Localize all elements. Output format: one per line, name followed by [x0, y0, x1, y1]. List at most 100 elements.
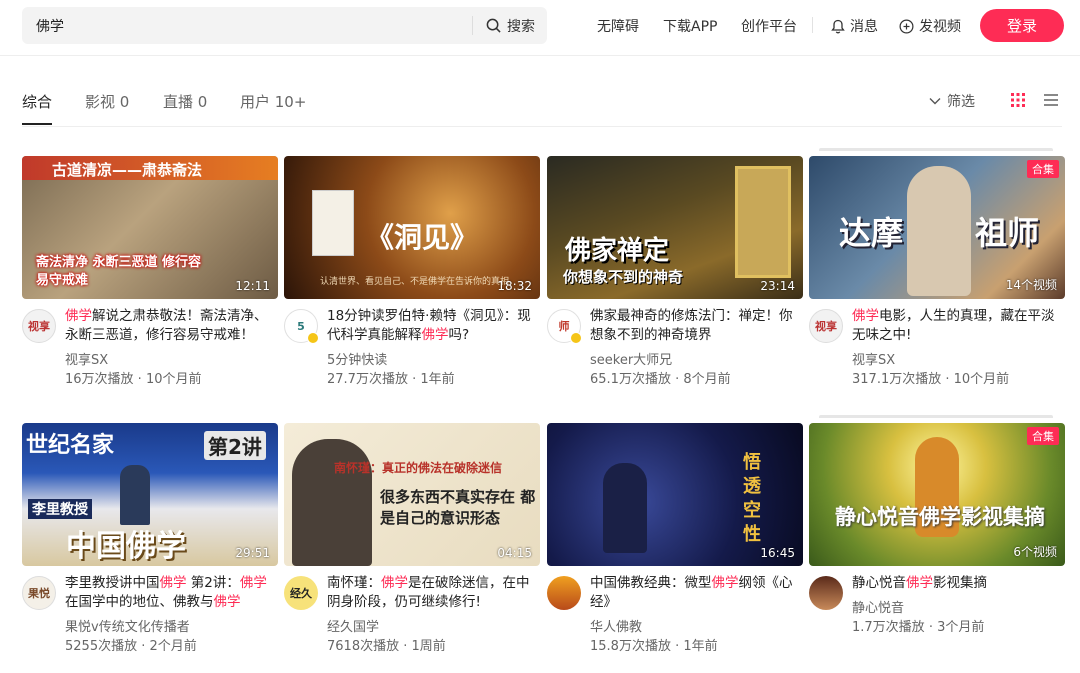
video-title[interactable]: 李里教授讲中国佛学 第2讲：佛学在国学中的地位、佛教与佛学	[65, 574, 278, 612]
search-icon	[486, 18, 501, 33]
author-name[interactable]: 华人佛教	[590, 616, 642, 635]
active-tab-indicator	[22, 123, 52, 125]
bell-icon	[831, 19, 845, 33]
author-avatar[interactable]	[809, 576, 843, 610]
title-highlight: 佛学	[906, 575, 933, 591]
filter-button[interactable]: 筛选	[929, 91, 975, 111]
title-text: 中国佛教经典：微型	[590, 575, 712, 591]
title-highlight: 佛学	[65, 308, 92, 324]
thumbnail-caption: 悟透空性	[743, 452, 761, 545]
video-title[interactable]: 佛学电影，人生的真理，藏在平淡无味之中!	[852, 307, 1065, 345]
thumbnail-caption-right: 祖师	[975, 214, 1040, 252]
thumbnail-subcaption: 你想象不到的神奇	[563, 268, 684, 286]
video-thumbnail[interactable]: 达摩 祖师 合集 14个视频	[809, 156, 1065, 299]
video-title[interactable]: 18分钟读罗伯特·赖特《洞见》：现代科学真能解释佛学吗?	[327, 307, 540, 345]
login-button[interactable]: 登录	[980, 9, 1064, 42]
verified-badge-icon	[307, 332, 319, 344]
verified-badge-icon	[570, 332, 582, 344]
title-highlight: 佛学	[159, 575, 187, 591]
view-count: 65.1万次播放	[590, 372, 671, 387]
author-avatar[interactable]: 视享	[809, 309, 843, 343]
video-meta: 1.7万次播放 · 3个月前	[852, 620, 985, 635]
list-view-toggle[interactable]	[1043, 92, 1059, 112]
tab-live[interactable]: 直播 0	[163, 91, 207, 112]
pagoda-image	[735, 166, 791, 278]
video-title[interactable]: 佛学解说之肃恭敬法！斋法清净、永断三恶道，修行容易守戒难！	[65, 307, 278, 345]
author-name[interactable]: 经久国学	[327, 616, 379, 635]
collection-stack-edge	[819, 148, 1053, 151]
thumbnail-subcaption: 中国佛学	[66, 529, 186, 564]
author-name[interactable]: 视享SX	[852, 349, 895, 368]
creator-platform-link[interactable]: 创作平台	[741, 16, 797, 36]
video-thumbnail[interactable]: 静心悦音佛学影视集摘 合集 6个视频	[809, 423, 1065, 566]
author-name[interactable]: 5分钟快读	[327, 349, 387, 368]
filter-label: 筛选	[947, 94, 975, 110]
monk-figure-image	[907, 166, 971, 296]
video-title[interactable]: 南怀瑾：佛学是在破除迷信，在中阴身阶段，仍可继续修行!	[327, 574, 540, 612]
accessibility-link[interactable]: 无障碍	[597, 16, 639, 36]
upload-video-label: 发视频	[919, 19, 961, 35]
title-text: 李里教授讲中国	[65, 575, 160, 591]
video-meta: 15.8万次播放 · 1年前	[590, 639, 718, 654]
author-avatar[interactable]: 果悦	[22, 576, 56, 610]
view-count: 27.7万次播放	[327, 372, 408, 387]
thumbnail-caption: 古道清凉——肃恭斋法	[52, 161, 203, 179]
collection-badge: 合集	[1027, 160, 1059, 178]
video-meta: 27.7万次播放 · 1年前	[327, 372, 455, 387]
video-duration: 12:11	[235, 279, 270, 293]
messages-link[interactable]: 消息	[831, 16, 878, 36]
video-meta: 7618次播放 · 1周前	[327, 639, 446, 654]
creator-platform-label: 创作平台	[741, 19, 797, 35]
grid-view-toggle[interactable]	[1010, 92, 1026, 112]
publish-time: 8个月前	[683, 372, 731, 387]
video-meta: 317.1万次播放 · 10个月前	[852, 372, 1010, 387]
author-name[interactable]: 静心悦音	[852, 597, 904, 616]
download-app-link[interactable]: 下载APP	[663, 16, 717, 36]
search-button[interactable]: 搜索	[486, 7, 535, 44]
video-thumbnail[interactable]: 南怀瑾：真正的佛法在破除迷信 很多东西不真实存在 都是自己的意识形态 04:15	[284, 423, 540, 566]
video-thumbnail[interactable]: 世纪名家 第2讲 李里教授 中国佛学 29:51	[22, 423, 278, 566]
video-thumbnail[interactable]: 《洞见》 认清世界、看见自己、不是佛学在告诉你的真相 18:32	[284, 156, 540, 299]
tab-film[interactable]: 影视 0	[85, 91, 129, 112]
video-title[interactable]: 静心悦音佛学影视集摘	[852, 574, 1065, 593]
publish-time: 10个月前	[145, 372, 202, 387]
thumbnail-caption: 佛家禅定	[565, 236, 670, 266]
author-avatar[interactable]: 视享	[22, 309, 56, 343]
video-thumbnail[interactable]: 古道清凉——肃恭斋法 斋法清净 永断三恶道 修行容易守戒难 12:11	[22, 156, 278, 299]
view-count: 16万次播放	[65, 372, 134, 387]
video-title[interactable]: 中国佛教经典：微型佛学纲领《心经》	[590, 574, 803, 612]
video-thumbnail[interactable]: 悟透空性 16:45	[547, 423, 803, 566]
chevron-down-icon	[929, 98, 941, 105]
book-cover-image	[312, 190, 354, 256]
publish-time: 2个月前	[149, 639, 197, 654]
tab-comprehensive[interactable]: 综合	[22, 91, 52, 112]
author-avatar[interactable]: 经久	[284, 576, 318, 610]
thumbnail-subcaption: 认清世界、看见自己、不是佛学在告诉你的真相	[320, 277, 510, 287]
title-text: 影视集摘	[933, 575, 987, 591]
publish-time: 10个月前	[953, 372, 1010, 387]
search-input[interactable]	[36, 7, 476, 44]
meditation-figure-image	[603, 463, 647, 553]
video-meta: 16万次播放 · 10个月前	[65, 372, 202, 387]
nav-divider	[812, 17, 813, 33]
title-highlight: 佛学	[239, 575, 267, 591]
title-highlight: 佛学	[421, 327, 449, 343]
video-thumbnail[interactable]: 佛家禅定 你想象不到的神奇 23:14	[547, 156, 803, 299]
author-name[interactable]: seeker大师兄	[590, 349, 672, 368]
view-count: 5255次播放	[65, 639, 138, 654]
upload-video-link[interactable]: 发视频	[899, 16, 961, 36]
thumbnail-subcaption: 斋法清净 永断三恶道 修行容易守戒难	[36, 255, 202, 288]
author-name[interactable]: 果悦v传统文化传播者	[65, 616, 190, 635]
view-count: 317.1万次播放	[852, 372, 942, 387]
title-highlight: 佛学	[381, 575, 408, 591]
video-title[interactable]: 佛家最神奇的修炼法门：禅定！你想象不到的神奇境界	[590, 307, 803, 345]
author-avatar[interactable]	[547, 576, 581, 610]
download-app-label: 下载APP	[663, 19, 718, 35]
tab-users[interactable]: 用户 10+	[240, 91, 306, 112]
search-button-label: 搜索	[507, 18, 535, 35]
publish-time: 1周前	[411, 639, 446, 654]
video-count: 14个视频	[1005, 278, 1057, 292]
title-text: 静心悦音	[852, 575, 906, 591]
author-name[interactable]: 视享SX	[65, 349, 108, 368]
title-highlight: 佛学	[711, 575, 739, 591]
